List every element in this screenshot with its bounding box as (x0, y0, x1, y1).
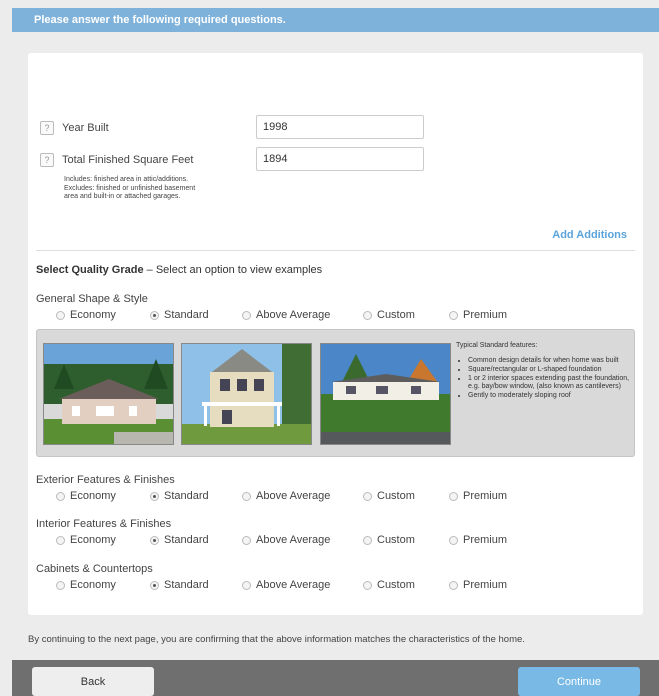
examples-panel: Typical Standard features: Common design… (36, 329, 635, 457)
radio-button[interactable] (56, 580, 65, 590)
section-label: General Shape & Style (36, 293, 148, 305)
feature-item: 1 or 2 interior spaces extending past th… (468, 375, 632, 391)
radio-option[interactable]: Custom (363, 490, 415, 502)
radio-button[interactable] (363, 310, 372, 320)
radio-option[interactable]: Premium (449, 579, 507, 591)
radio-button[interactable] (363, 535, 372, 545)
radio-button[interactable] (363, 580, 372, 590)
page-title: Please answer the following required que… (34, 14, 286, 26)
radio-button[interactable] (242, 491, 251, 501)
radio-label: Economy (70, 490, 116, 502)
radio-label: Above Average (256, 490, 331, 502)
radio-option[interactable]: Premium (449, 490, 507, 502)
radio-option[interactable]: Economy (56, 579, 116, 591)
radio-option[interactable]: Custom (363, 534, 415, 546)
section-label: Interior Features & Finishes (36, 518, 172, 530)
add-additions-link[interactable]: Add Additions (552, 229, 627, 241)
radio-button[interactable] (363, 491, 372, 501)
radio-option[interactable]: Economy (56, 534, 116, 546)
header-banner: Please answer the following required que… (12, 8, 659, 32)
radio-group-general-shape: Economy Standard Above Average Custom Premiu… (28, 309, 643, 323)
radio-button[interactable] (56, 310, 65, 320)
radio-label: Custom (377, 579, 415, 591)
radio-option[interactable]: Premium (449, 309, 507, 321)
help-icon[interactable]: ? (40, 121, 54, 135)
radio-label: Premium (463, 579, 508, 591)
square-feet-input[interactable]: 1894 (256, 147, 424, 171)
radio-option[interactable]: Custom (363, 579, 415, 591)
divider (36, 250, 635, 251)
section-label: Cabinets & Countertops (36, 563, 153, 575)
radio-label: Custom (377, 534, 415, 546)
radio-button[interactable] (242, 310, 251, 320)
radio-option[interactable]: Premium (449, 534, 507, 546)
radio-label: Above Average (256, 534, 331, 546)
radio-option[interactable]: Above Average (242, 309, 330, 321)
feature-item: Gently to moderately sloping roof (468, 392, 632, 400)
feature-item: Common design details for when home was … (468, 357, 632, 365)
radio-button[interactable] (242, 580, 251, 590)
example-photo (320, 343, 451, 445)
radio-option[interactable]: Standard (150, 534, 209, 546)
radio-option[interactable]: Standard (150, 490, 209, 502)
square-feet-note: Includes: finished area in attic/additio… (64, 176, 196, 200)
features-description: Typical Standard features: Common design… (456, 342, 632, 401)
radio-button[interactable] (449, 535, 458, 545)
quality-grade-title: Select Quality Grade – Select an option … (36, 264, 323, 276)
radio-label: Above Average (256, 309, 331, 321)
section-label: Exterior Features & Finishes (36, 474, 175, 486)
radio-label: Custom (377, 490, 415, 502)
radio-button[interactable] (150, 535, 159, 545)
radio-button[interactable] (150, 310, 159, 320)
radio-button[interactable] (242, 535, 251, 545)
radio-label: Custom (377, 309, 415, 321)
footer-note: By continuing to the next page, you are … (28, 634, 525, 645)
example-photo (181, 343, 312, 445)
radio-group-exterior: Economy Standard Above Average Custom Premiu… (28, 490, 643, 504)
radio-label: Economy (70, 309, 116, 321)
radio-label: Premium (463, 490, 508, 502)
radio-button[interactable] (449, 310, 458, 320)
radio-label: Standard (164, 579, 209, 591)
radio-option[interactable]: Above Average (242, 490, 330, 502)
radio-label: Above Average (256, 579, 331, 591)
radio-option[interactable]: Standard (150, 579, 209, 591)
radio-button[interactable] (449, 580, 458, 590)
radio-label: Standard (164, 309, 209, 321)
radio-option[interactable]: Above Average (242, 579, 330, 591)
features-list: Common design details for when home was … (456, 357, 632, 400)
radio-label: Standard (164, 490, 209, 502)
radio-label: Economy (70, 579, 116, 591)
radio-label: Premium (463, 534, 508, 546)
radio-button[interactable] (150, 580, 159, 590)
radio-label: Economy (70, 534, 116, 546)
features-heading: Typical Standard features: (456, 342, 538, 349)
year-built-row: ? Year Built (40, 121, 109, 135)
square-feet-row: ? Total Finished Square Feet (40, 153, 193, 167)
year-built-label: Year Built (62, 122, 109, 134)
example-photo (43, 343, 174, 445)
questions-card: ? Year Built 1998 ? Total Finished Squar… (28, 53, 643, 615)
radio-label: Premium (463, 309, 508, 321)
radio-button[interactable] (56, 491, 65, 501)
radio-button[interactable] (449, 491, 458, 501)
radio-option[interactable]: Above Average (242, 534, 330, 546)
radio-button[interactable] (56, 535, 65, 545)
year-built-input[interactable]: 1998 (256, 115, 424, 139)
back-button[interactable]: Back (32, 667, 154, 696)
radio-option[interactable]: Custom (363, 309, 415, 321)
feature-item: Square/rectangular or L-shaped foundatio… (468, 366, 632, 374)
radio-label: Standard (164, 534, 209, 546)
radio-option[interactable]: Economy (56, 490, 116, 502)
radio-option[interactable]: Standard (150, 309, 209, 321)
radio-button[interactable] (150, 491, 159, 501)
radio-group-interior: Economy Standard Above Average Custom Premiu… (28, 534, 643, 548)
continue-button[interactable]: Continue (518, 667, 640, 696)
radio-group-cabinets: Economy Standard Above Average Custom Premiu… (28, 579, 643, 593)
help-icon[interactable]: ? (40, 153, 54, 167)
square-feet-label: Total Finished Square Feet (62, 154, 194, 166)
radio-option[interactable]: Economy (56, 309, 116, 321)
